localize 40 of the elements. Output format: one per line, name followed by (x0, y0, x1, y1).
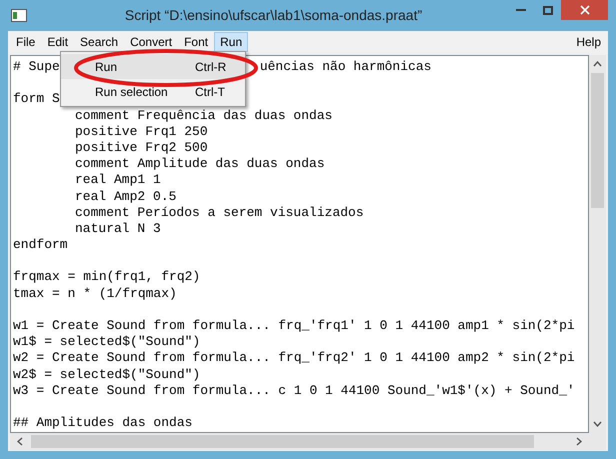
menu-item[interactable]: Convert (124, 32, 178, 52)
code-line: w1 = Create Sound from formula... frq_'frq1' 1 0 1 44100 amp1 * sin(2*pi (13, 318, 575, 334)
code-line: w2$ = selected$("Sound") (13, 366, 200, 383)
horizontal-scrollbar[interactable] (10, 433, 606, 450)
app-icon (11, 9, 27, 22)
menu-item[interactable]: Run (214, 32, 248, 52)
code-line: w2 = Create Sound from formula... frq_'frq2' 1 0 1 44100 amp2 * sin(2*pi (13, 350, 575, 367)
code-line: ## Amplitudes das ondas (13, 415, 192, 432)
code-line: form S (13, 91, 60, 108)
code-line: w1$ = selected$("Sound") (13, 334, 200, 350)
dropdown-item[interactable]: Run selection Ctrl-T (61, 79, 245, 104)
code-line: positive Frq1 250 (75, 124, 208, 140)
dropdown-item[interactable]: Run Ctrl-R (61, 54, 245, 79)
scroll-down-icon (593, 421, 602, 427)
code-line: natural N 3 (75, 220, 161, 238)
menu-item[interactable]: Font (178, 32, 214, 52)
close-button[interactable] (561, 0, 608, 20)
code-line: comment Amplitude das duas ondas (75, 156, 325, 172)
menu-item[interactable]: Help (571, 32, 606, 52)
window-title: Script “D:\ensino\ufscar\lab1\soma-ondas.praat” (124, 6, 422, 25)
code-line: tmax = n * (1/frqmax) (13, 286, 177, 302)
code-line: frqmax = min(frq1, frq2) (13, 269, 200, 286)
vertical-scrollbar[interactable] (589, 55, 606, 433)
menu-item[interactable]: Edit (41, 32, 74, 52)
code-line: real Amp2 0.5 (75, 188, 176, 205)
code-line: # Supe (13, 59, 60, 76)
scroll-right-icon (576, 437, 582, 446)
code-line: comment Frequência das duas ondas (75, 108, 332, 124)
code-line: real Amp1 1 (75, 172, 161, 188)
code-line: uências não harmônicas (260, 59, 432, 76)
code-editor[interactable] (10, 55, 589, 433)
close-icon (580, 5, 590, 15)
menu-item[interactable]: File (10, 32, 42, 52)
scroll-up-icon (593, 61, 602, 67)
code-line: positive Frq2 500 (75, 140, 208, 156)
code-line: endform (13, 237, 68, 254)
scroll-left-icon (17, 437, 23, 446)
menu-item[interactable]: Search (74, 32, 124, 52)
code-line: w3 = Create Sound from formula... c 1 0 1 44100 Sound_'w1$'(x) + Sound_' (13, 382, 575, 399)
code-line: comment Períodos a serem visualizados (75, 204, 364, 221)
